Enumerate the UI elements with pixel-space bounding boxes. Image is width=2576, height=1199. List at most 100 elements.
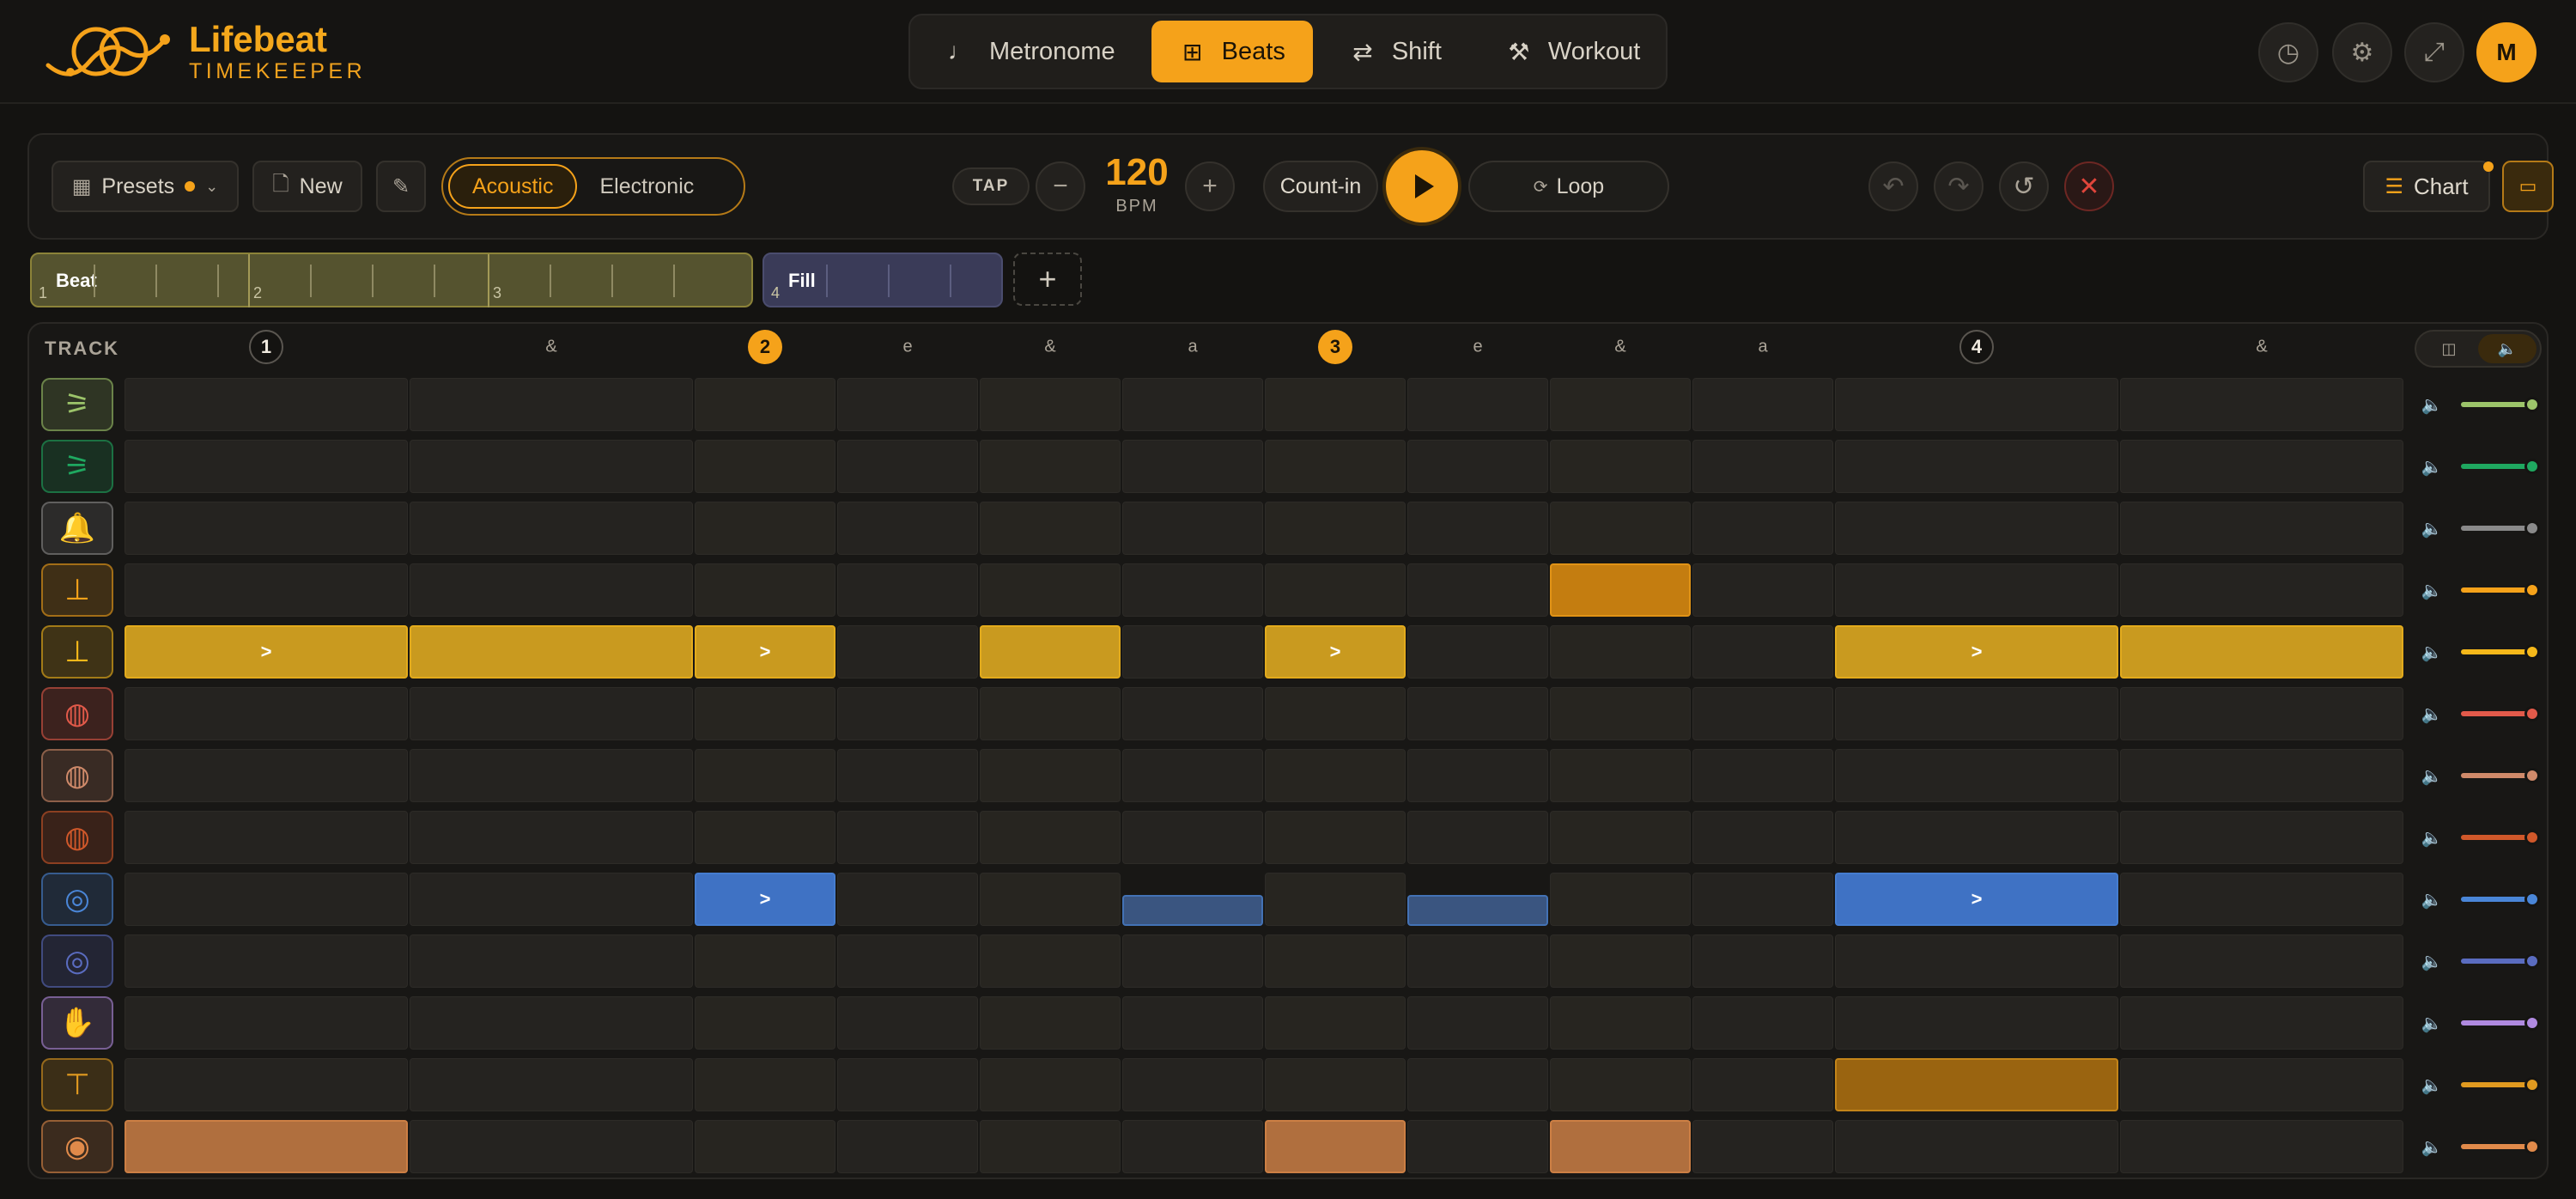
step-cell[interactable]	[1122, 749, 1263, 802]
count-in-button[interactable]: Count-in	[1263, 161, 1378, 212]
step-cell[interactable]	[695, 1058, 835, 1111]
track-volume-slider[interactable]	[2461, 1015, 2540, 1031]
step-cell[interactable]	[1835, 378, 2118, 431]
step-cell[interactable]	[125, 811, 408, 864]
kit-acoustic[interactable]: Acoustic	[448, 164, 578, 209]
track-snare-button[interactable]: ◎	[41, 873, 113, 926]
play-button[interactable]	[1386, 150, 1458, 222]
step-cell[interactable]	[2120, 378, 2403, 431]
sound-view-button[interactable]: 🔈	[2478, 334, 2537, 363]
step-cell[interactable]	[1407, 687, 1548, 740]
step-cell[interactable]	[1407, 895, 1548, 926]
grid-view-toggle[interactable]: ▭	[2502, 161, 2554, 212]
track-tom-high-button[interactable]: ◍	[41, 687, 113, 740]
step-cell[interactable]	[2120, 996, 2403, 1050]
step-cell[interactable]	[125, 1058, 408, 1111]
tempo-value[interactable]: 120	[1094, 152, 1180, 193]
volume-slider-handle[interactable]	[2524, 953, 2540, 969]
step-cell[interactable]	[1407, 934, 1548, 988]
step-cell[interactable]	[980, 749, 1121, 802]
volume-slider-handle[interactable]	[2524, 520, 2540, 536]
step-cell[interactable]	[837, 502, 978, 555]
step-cell[interactable]	[1265, 440, 1406, 493]
step-cell[interactable]	[1835, 749, 2118, 802]
track-volume-icon[interactable]: 🔈	[2420, 640, 2444, 664]
track-volume-icon[interactable]: 🔈	[2420, 1073, 2444, 1097]
step-cell[interactable]	[2120, 440, 2403, 493]
step-cell[interactable]	[410, 687, 693, 740]
history-button[interactable]: ◷	[2258, 22, 2318, 82]
step-cell[interactable]	[1265, 563, 1406, 617]
track-volume-icon[interactable]: 🔈	[2420, 949, 2444, 973]
step-cell[interactable]	[410, 502, 693, 555]
track-volume-icon[interactable]: 🔈	[2420, 702, 2444, 726]
step-cell[interactable]	[1550, 625, 1691, 679]
step-cell[interactable]	[695, 440, 835, 493]
step-cell[interactable]	[695, 811, 835, 864]
step-cell[interactable]	[410, 1058, 693, 1111]
track-volume-slider[interactable]	[2461, 459, 2540, 474]
track-ride-button[interactable]: ⊥	[41, 625, 113, 679]
step-cell[interactable]	[1692, 440, 1833, 493]
step-cell[interactable]	[1122, 1120, 1263, 1173]
add-section-button[interactable]: +	[1013, 253, 1082, 306]
step-cell[interactable]	[410, 378, 693, 431]
step-cell[interactable]	[695, 502, 835, 555]
step-cell[interactable]	[1265, 1120, 1406, 1173]
step-cell[interactable]	[2120, 873, 2403, 926]
step-cell[interactable]	[1122, 996, 1263, 1050]
step-cell[interactable]	[410, 625, 693, 679]
step-cell[interactable]	[1692, 1058, 1833, 1111]
step-cell[interactable]	[1265, 811, 1406, 864]
step-cell[interactable]	[1407, 440, 1548, 493]
step-cell[interactable]	[1407, 749, 1548, 802]
step-cell[interactable]	[1265, 934, 1406, 988]
step-cell[interactable]	[1550, 873, 1691, 926]
step-cell[interactable]	[2120, 687, 2403, 740]
step-cell[interactable]	[1122, 1058, 1263, 1111]
step-cell[interactable]	[125, 873, 408, 926]
step-cell[interactable]	[1692, 996, 1833, 1050]
step-cell[interactable]: >	[1265, 625, 1406, 679]
step-cell[interactable]	[2120, 563, 2403, 617]
track-volume-icon[interactable]: 🔈	[2420, 516, 2444, 540]
track-volume-slider[interactable]	[2461, 1077, 2540, 1092]
redo-button[interactable]: ↷	[1934, 161, 1984, 211]
reset-button[interactable]: ↺	[1999, 161, 2049, 211]
step-cell[interactable]	[695, 749, 835, 802]
track-volume-slider[interactable]	[2461, 582, 2540, 598]
step-cell[interactable]	[1550, 934, 1691, 988]
track-volume-icon[interactable]: 🔈	[2420, 764, 2444, 788]
step-cell[interactable]	[1835, 563, 2118, 617]
step-cell[interactable]	[2120, 502, 2403, 555]
step-cell[interactable]	[1835, 440, 2118, 493]
step-cell[interactable]	[980, 873, 1121, 926]
step-cell[interactable]	[1265, 1058, 1406, 1111]
track-crash-button[interactable]: ⊥	[41, 563, 113, 617]
split-view-button[interactable]: ◫	[2420, 334, 2478, 363]
step-cell[interactable]	[1550, 687, 1691, 740]
step-cell[interactable]	[410, 749, 693, 802]
step-cell[interactable]	[1692, 811, 1833, 864]
track-volume-slider[interactable]	[2461, 706, 2540, 721]
tempo-decrease-button[interactable]: −	[1036, 161, 1085, 211]
step-cell[interactable]	[1122, 378, 1263, 431]
step-cell[interactable]	[1407, 996, 1548, 1050]
step-cell[interactable]: >	[1835, 873, 2118, 926]
step-cell[interactable]	[980, 996, 1121, 1050]
volume-slider-handle[interactable]	[2524, 1077, 2540, 1092]
nav-workout[interactable]: ⚒ Workout	[1478, 21, 1668, 82]
track-tom-floor-button[interactable]: ◍	[41, 811, 113, 864]
volume-slider-handle[interactable]	[2524, 1015, 2540, 1031]
step-cell[interactable]	[837, 563, 978, 617]
step-cell[interactable]	[1692, 873, 1833, 926]
step-cell[interactable]	[1692, 563, 1833, 617]
step-cell[interactable]	[980, 687, 1121, 740]
step-cell[interactable]	[1550, 1120, 1691, 1173]
step-cell[interactable]	[1550, 749, 1691, 802]
step-cell[interactable]	[1835, 811, 2118, 864]
volume-slider-handle[interactable]	[2524, 397, 2540, 412]
track-volume-slider[interactable]	[2461, 830, 2540, 845]
track-volume-slider[interactable]	[2461, 644, 2540, 660]
step-cell[interactable]	[1835, 687, 2118, 740]
